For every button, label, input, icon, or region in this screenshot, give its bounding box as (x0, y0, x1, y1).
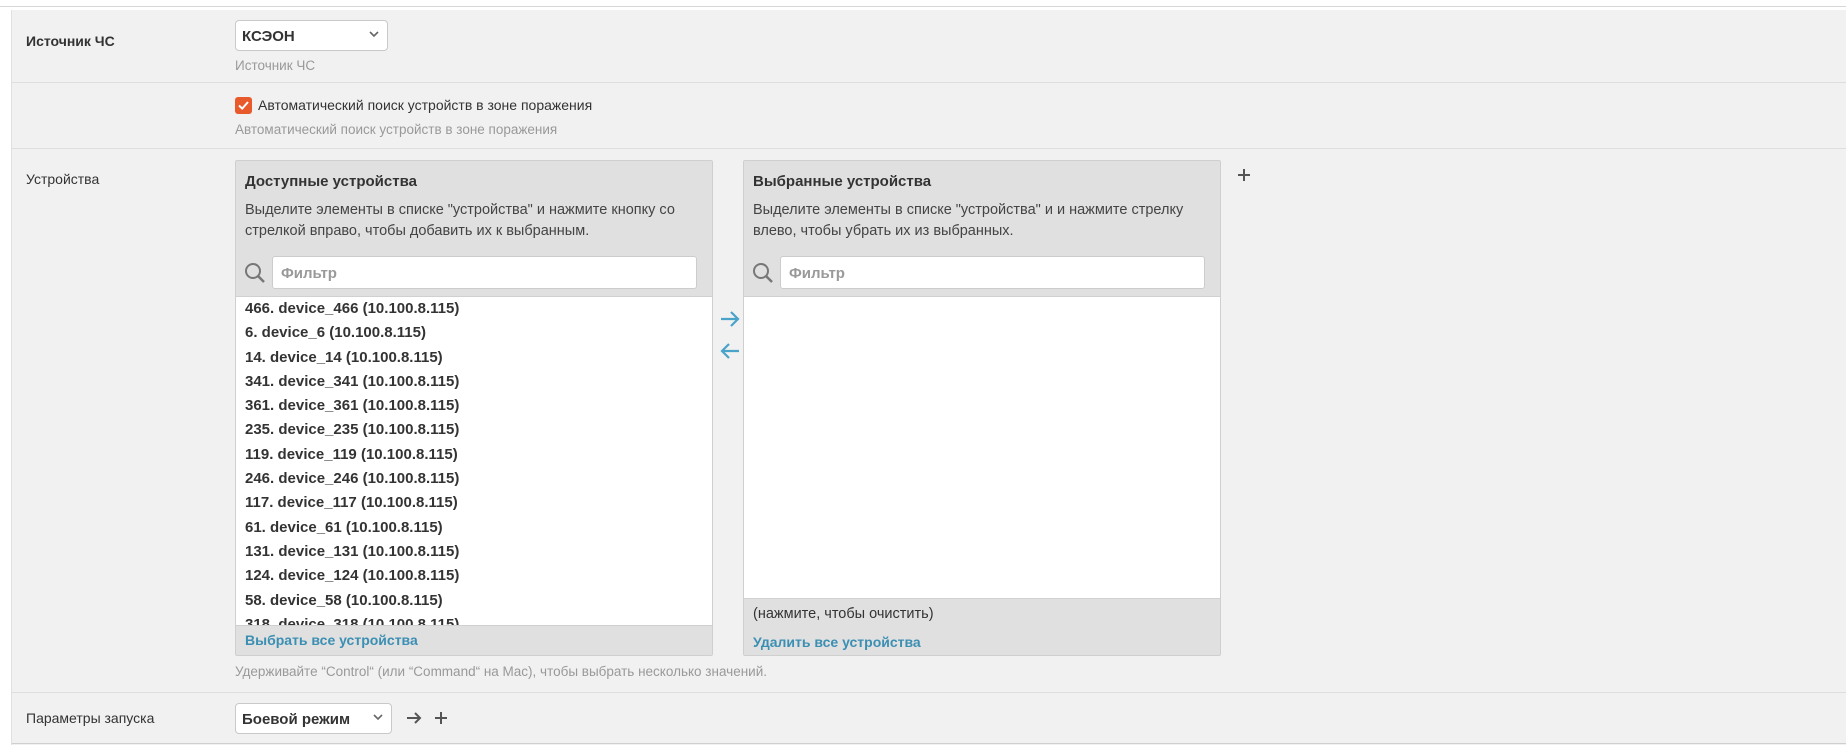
devices-help: Удерживайте “Control“ (или “Command“ на … (235, 664, 767, 679)
source-row: Источник ЧС КСЭОН Источник ЧС (12, 10, 1846, 83)
plus-icon[interactable] (1237, 168, 1251, 182)
list-item[interactable]: 117. device_117 (10.100.8.115) (236, 491, 712, 515)
arrow-right-icon[interactable] (405, 710, 423, 726)
auto-search-checkbox-label[interactable]: Автоматический поиск устройств в зоне по… (258, 97, 592, 113)
arrow-right-icon[interactable] (719, 310, 741, 328)
list-item[interactable]: 246. device_246 (10.100.8.115) (236, 467, 712, 491)
chosen-devices-list[interactable] (744, 296, 1220, 599)
list-item[interactable]: 124. device_124 (10.100.8.115) (236, 564, 712, 588)
chosen-clear-note[interactable]: (нажмите, чтобы очистить) (753, 606, 934, 622)
plus-icon[interactable] (434, 711, 448, 725)
list-item[interactable]: 6. device_6 (10.100.8.115) (236, 321, 712, 345)
auto-search-checkbox[interactable] (235, 97, 252, 114)
remove-all-link[interactable]: Удалить все устройства (753, 634, 921, 650)
chosen-filter-input[interactable]: Фильтр (780, 256, 1205, 289)
list-item[interactable]: 235. device_235 (10.100.8.115) (236, 418, 712, 442)
available-devices-description: Выделите элементы в списке "устройства" … (245, 202, 675, 239)
devices-label: Устройства (26, 171, 100, 187)
chosen-devices-title: Выбранные устройства (753, 173, 932, 190)
search-icon (245, 263, 265, 283)
source-label: Источник ЧС (26, 33, 115, 49)
list-item[interactable]: 341. device_341 (10.100.8.115) (236, 370, 712, 394)
check-icon (238, 101, 249, 111)
list-item[interactable]: 119. device_119 (10.100.8.115) (236, 443, 712, 467)
available-filter-input[interactable]: Фильтр (272, 256, 697, 289)
source-select-value: КСЭОН (242, 28, 295, 45)
list-item[interactable]: 318. device_318 (10.100.8.115) (236, 613, 712, 625)
chosen-devices-description: Выделите элементы в списке "устройства" … (753, 202, 1184, 239)
launch-label: Параметры запуска (26, 710, 155, 726)
list-item[interactable]: 131. device_131 (10.100.8.115) (236, 540, 712, 564)
source-select[interactable]: КСЭОН (235, 20, 388, 51)
chosen-filter-bar: Фильтр (744, 251, 1220, 295)
chosen-devices-box: Выбранные устройства Выделите элементы в… (743, 160, 1221, 656)
available-devices-box: Доступные устройства Выделите элементы в… (235, 160, 713, 656)
list-item[interactable]: 58. device_58 (10.100.8.115) (236, 589, 712, 613)
list-item[interactable]: 361. device_361 (10.100.8.115) (236, 394, 712, 418)
top-divider (0, 6, 1846, 7)
device-form: Источник ЧС КСЭОН Источник ЧС Автоматиче… (11, 10, 1846, 745)
list-item[interactable]: 466. device_466 (10.100.8.115) (236, 297, 712, 321)
auto-search-help: Автоматический поиск устройств в зоне по… (235, 122, 558, 137)
launch-select-value: Боевой режим (242, 711, 351, 728)
chevron-down-icon (369, 31, 379, 38)
launch-select[interactable]: Боевой режим (235, 703, 392, 734)
arrow-left-icon[interactable] (719, 342, 741, 360)
list-item[interactable]: 61. device_61 (10.100.8.115) (236, 516, 712, 540)
select-all-link[interactable]: Выбрать все устройства (245, 632, 418, 648)
list-item[interactable]: 14. device_14 (10.100.8.115) (236, 346, 712, 370)
source-help: Источник ЧС (235, 58, 316, 73)
available-filter-bar: Фильтр (236, 251, 712, 295)
auto-search-row (12, 83, 1846, 149)
chevron-down-icon (373, 714, 383, 721)
search-icon (753, 263, 773, 283)
available-devices-title: Доступные устройства (245, 173, 417, 190)
available-devices-list[interactable]: 466. device_466 (10.100.8.115) 6. device_… (236, 296, 712, 626)
